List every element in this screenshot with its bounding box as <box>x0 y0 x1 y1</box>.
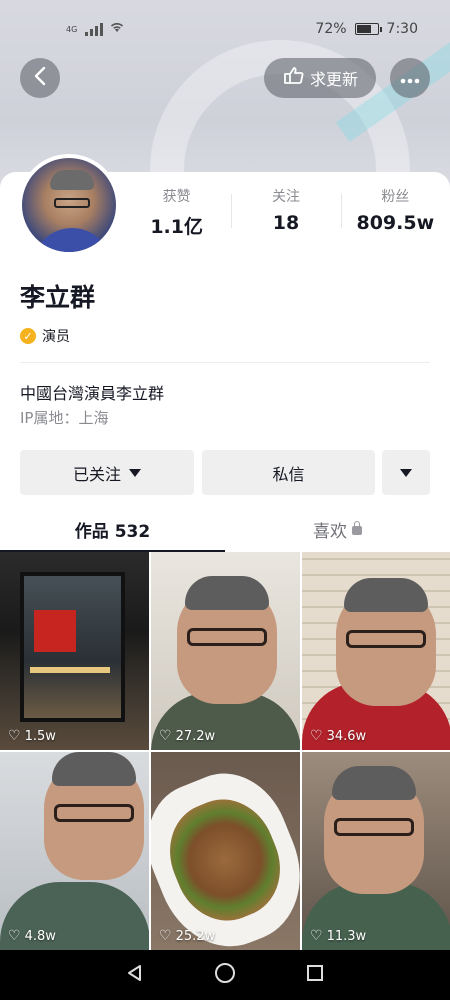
profile-name: 李立群 <box>20 283 96 312</box>
heart-icon: ♡ <box>159 928 172 944</box>
message-button[interactable]: 私信 <box>202 450 375 495</box>
like-count: ♡ 34.6w <box>310 728 366 744</box>
stat-followers[interactable]: 粉丝 809.5w <box>340 186 450 236</box>
like-count-text: 1.5w <box>24 728 56 744</box>
home-circle-icon[interactable] <box>214 962 236 988</box>
verified-title: 演员 <box>42 329 70 345</box>
more-dots-icon <box>400 69 420 88</box>
like-count-text: 11.3w <box>326 928 367 944</box>
like-count: ♡ 1.5w <box>8 728 56 744</box>
recent-apps-square-icon[interactable] <box>305 963 325 987</box>
message-label: 私信 <box>272 464 305 484</box>
pointing-hand-icon <box>282 66 304 90</box>
heart-icon: ♡ <box>8 928 21 944</box>
more-options-button[interactable] <box>390 58 430 98</box>
stat-label: 获赞 <box>162 189 191 205</box>
like-count-text: 25.2w <box>175 928 216 944</box>
heart-icon: ♡ <box>310 928 323 944</box>
followed-button[interactable]: 已关注 <box>20 450 194 495</box>
stat-following[interactable]: 关注 18 <box>231 186 340 236</box>
heart-icon: ♡ <box>310 728 323 744</box>
signal-icon <box>85 22 104 36</box>
followed-label: 已关注 <box>72 464 121 484</box>
divider <box>20 362 430 363</box>
wifi-icon <box>109 21 125 37</box>
like-count: ♡ 27.2w <box>159 728 215 744</box>
like-count: ♡ 11.3w <box>310 928 366 944</box>
lock-icon <box>352 521 362 535</box>
status-bar: 4G 72% 7:30 <box>0 0 450 58</box>
stat-likes[interactable]: 获赞 1.1亿 <box>122 186 231 238</box>
profile-tabs: 作品 532 喜欢 <box>0 506 450 552</box>
status-right: 72% 7:30 <box>315 21 418 37</box>
caret-down-icon <box>400 468 412 477</box>
like-count-text: 4.8w <box>24 928 56 944</box>
like-count-text: 34.6w <box>326 728 367 744</box>
tab-likes[interactable]: 喜欢 <box>225 506 450 552</box>
stat-label: 关注 <box>271 189 300 205</box>
stat-value: 1.1亿 <box>150 216 203 238</box>
video-thumbnail[interactable]: ♡ 25.2w <box>151 752 300 950</box>
video-thumbnail[interactable]: ♡ 27.2w <box>151 552 300 750</box>
back-button[interactable] <box>20 58 60 98</box>
network-type: 4G <box>66 24 78 34</box>
video-thumbnail[interactable]: ♡ 11.3w <box>302 752 450 950</box>
video-thumbnail[interactable]: ♡ 34.6w <box>302 552 450 750</box>
profile-bio: 中國台灣演員李立群 <box>20 384 165 403</box>
caret-down-icon <box>129 468 141 477</box>
chevron-left-icon <box>33 66 47 90</box>
ip-location: IP属地：上海 <box>20 409 109 427</box>
stat-value: 809.5w <box>356 212 435 234</box>
video-thumbnail[interactable]: ♡ 4.8w <box>0 752 149 950</box>
stat-label: 粉丝 <box>381 189 410 205</box>
battery-icon <box>354 23 382 35</box>
heart-icon: ♡ <box>8 728 21 744</box>
request-update-label: 求更新 <box>309 70 358 89</box>
tab-label: 喜欢 <box>313 521 347 542</box>
system-navigation-bar <box>0 950 450 1000</box>
verified-check-icon: ✓ <box>20 328 36 344</box>
verified-badge-row: ✓ 演员 <box>20 326 70 346</box>
video-grid: ♡ 1.5w ♡ 27.2w ♡ 34.6w ♡ 4.8w ♡ 25.2w ♡ 11.3w <box>0 552 450 950</box>
battery-percent: 72% <box>315 21 347 37</box>
status-left: 4G <box>66 21 125 37</box>
like-count: ♡ 25.2w <box>159 928 215 944</box>
tab-label: 作品 532 <box>74 521 151 542</box>
back-triangle-icon[interactable] <box>125 963 145 987</box>
heart-icon: ♡ <box>159 728 172 744</box>
tab-works[interactable]: 作品 532 <box>0 506 225 552</box>
request-update-button[interactable]: 求更新 <box>264 58 376 98</box>
clock: 7:30 <box>386 21 418 37</box>
profile-stats: 获赞 1.1亿 关注 18 粉丝 809.5w <box>122 186 450 238</box>
like-count: ♡ 4.8w <box>8 928 56 944</box>
video-thumbnail[interactable]: ♡ 1.5w <box>0 552 149 750</box>
stat-value: 18 <box>272 212 300 234</box>
recommend-dropdown-button[interactable] <box>382 450 430 495</box>
avatar[interactable] <box>18 154 120 256</box>
like-count-text: 27.2w <box>175 728 216 744</box>
